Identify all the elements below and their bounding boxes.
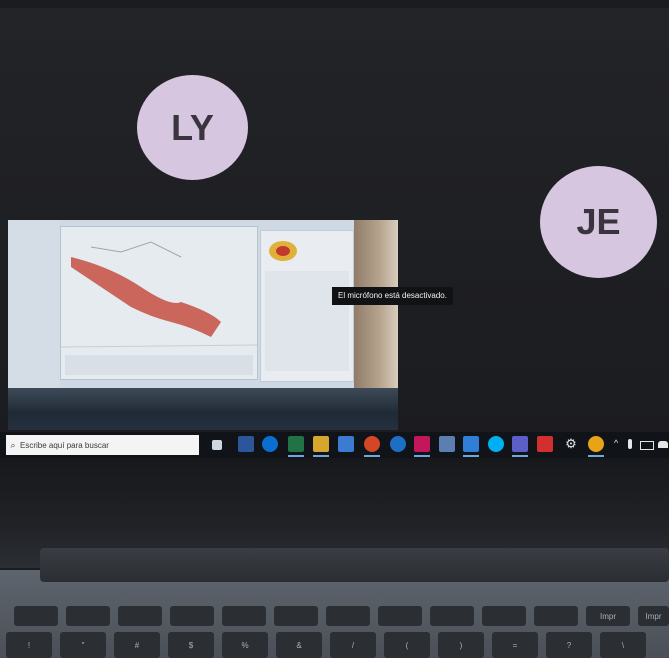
taskbar-search-box[interactable]: ⌕ Escribe aquí para buscar [6, 435, 199, 455]
map-panel-left [8, 220, 60, 388]
teams-icon[interactable] [512, 436, 528, 452]
avatar-initials: LY [171, 106, 214, 148]
key-4[interactable]: $ [168, 632, 214, 658]
active-indicator [588, 455, 604, 457]
active-indicator [512, 455, 528, 457]
key-0[interactable]: = [492, 632, 538, 658]
excel-icon[interactable] [288, 436, 304, 452]
key-f7[interactable] [326, 606, 370, 626]
powerpoint-icon[interactable] [364, 436, 380, 452]
mic-icon[interactable] [628, 439, 632, 449]
windows-taskbar: ⌕ Escribe aquí para buscar ⚙ ^ [0, 432, 669, 458]
key-f5[interactable] [222, 606, 266, 626]
ie-icon[interactable] [390, 436, 406, 452]
key-f3[interactable] [118, 606, 162, 626]
key-impr[interactable]: Impr [638, 606, 669, 626]
hinge [40, 548, 669, 582]
word-icon[interactable] [238, 436, 254, 452]
map-graphic [60, 241, 258, 375]
key-f12[interactable]: Impr [586, 606, 630, 626]
key-f4[interactable] [170, 606, 214, 626]
chevron-up-icon[interactable]: ^ [614, 438, 618, 448]
key-f6[interactable] [274, 606, 318, 626]
flood-map [60, 226, 258, 380]
key-f8[interactable] [378, 606, 422, 626]
active-indicator [463, 455, 479, 457]
key-backslash[interactable]: \ [600, 632, 646, 658]
keyboard: Impr Impr ! " # $ % & / ( ) = ? \ [0, 600, 669, 658]
task-view-icon[interactable] [212, 440, 222, 450]
battery-icon[interactable] [640, 441, 654, 450]
key-f1[interactable] [14, 606, 58, 626]
shared-screen-video[interactable] [8, 220, 398, 430]
participant-avatar-ly[interactable]: LY [137, 75, 248, 180]
media-icon[interactable] [414, 436, 430, 452]
key-2[interactable]: " [60, 632, 106, 658]
settings-icon[interactable]: ⚙ [563, 436, 579, 452]
video-controls-bar [8, 388, 398, 430]
key-3[interactable]: # [114, 632, 160, 658]
avatar-initials: JE [576, 201, 621, 242]
snip-icon[interactable] [439, 436, 455, 452]
key-apostrophe[interactable]: ? [546, 632, 592, 658]
store-icon[interactable] [338, 436, 354, 452]
active-indicator [313, 455, 329, 457]
key-7[interactable]: / [330, 632, 376, 658]
search-placeholder: Escribe aquí para buscar [20, 440, 109, 450]
active-indicator [364, 455, 380, 457]
active-indicator [414, 455, 430, 457]
search-icon: ⌕ [10, 439, 16, 450]
key-8[interactable]: ( [384, 632, 430, 658]
chrome-icon[interactable] [588, 436, 604, 452]
photos-icon[interactable] [313, 436, 329, 452]
webcam-thumbnail [354, 220, 398, 390]
inset-graphic [265, 241, 349, 371]
key-1[interactable]: ! [6, 632, 52, 658]
active-indicator [288, 455, 304, 457]
key-f11[interactable] [534, 606, 578, 626]
network-icon[interactable] [658, 441, 668, 448]
edge-icon[interactable] [262, 436, 278, 452]
mic-muted-tooltip: El micrófono está desactivado. [332, 287, 453, 305]
key-f2[interactable] [66, 606, 110, 626]
skype-icon[interactable] [488, 436, 504, 452]
key-f9[interactable] [430, 606, 474, 626]
people-icon[interactable] [463, 436, 479, 452]
key-f10[interactable] [482, 606, 526, 626]
key-6[interactable]: & [276, 632, 322, 658]
key-9[interactable]: ) [438, 632, 484, 658]
acrobat-icon[interactable] [537, 436, 553, 452]
map-inset-panel [260, 230, 354, 382]
participant-avatar-je[interactable]: JE [540, 166, 657, 278]
key-5[interactable]: % [222, 632, 268, 658]
